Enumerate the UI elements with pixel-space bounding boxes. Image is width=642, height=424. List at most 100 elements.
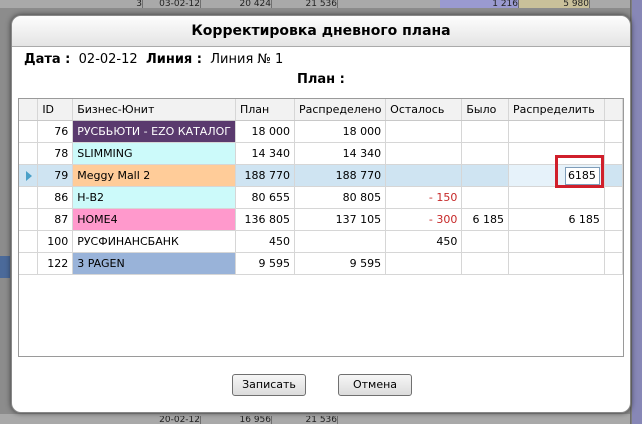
cell-business-unit[interactable]: Meggy Mall 2 bbox=[72, 164, 236, 187]
cell-was[interactable] bbox=[461, 142, 509, 165]
cell-left[interactable] bbox=[385, 120, 463, 143]
row-indicator bbox=[19, 230, 39, 253]
cell-was[interactable] bbox=[461, 186, 509, 209]
cell-was[interactable] bbox=[461, 120, 509, 143]
plan-grid: ID Бизнес-Юнит План Распределено Осталос… bbox=[18, 98, 624, 357]
background-side-tab bbox=[0, 256, 10, 278]
cell-was[interactable] bbox=[461, 230, 509, 253]
save-button[interactable]: Записать bbox=[232, 374, 306, 396]
cell-id[interactable]: 79 bbox=[37, 164, 74, 187]
bg-cell: 21 536 bbox=[272, 416, 338, 424]
cell-left[interactable] bbox=[385, 142, 463, 165]
cell-left[interactable]: 450 bbox=[385, 230, 463, 253]
cell-distribute[interactable] bbox=[508, 252, 605, 275]
date-label: Дата : bbox=[24, 52, 71, 67]
table-row[interactable]: 79 Meggy Mall 2 188 770 188 770 6185 bbox=[19, 164, 624, 187]
dialog-title: Корректировка дневного плана bbox=[12, 16, 630, 47]
cell-was[interactable] bbox=[461, 252, 509, 275]
cell-business-unit[interactable]: РУСФИНАНСБАНК bbox=[72, 230, 236, 253]
cell-filler bbox=[604, 120, 624, 143]
cell-id[interactable]: 78 bbox=[37, 142, 74, 165]
cancel-button[interactable]: Отмена bbox=[338, 374, 412, 396]
cell-id[interactable]: 86 bbox=[37, 186, 74, 209]
plan-label: План : bbox=[297, 72, 345, 87]
cell-distribute[interactable] bbox=[508, 230, 605, 253]
bg-cell: 5 980 bbox=[519, 0, 590, 8]
table-row[interactable]: 86 Н-В2 80 655 80 805- 150 bbox=[19, 186, 624, 209]
cell-plan[interactable]: 18 000 bbox=[235, 120, 295, 143]
bg-cell: 03-02-12 bbox=[143, 0, 201, 8]
adjust-plan-dialog: Корректировка дневного плана Дата : 02-0… bbox=[11, 15, 631, 413]
table-header-row: ID Бизнес-Юнит План Распределено Осталос… bbox=[19, 99, 624, 121]
cell-distributed[interactable]: 188 770 bbox=[294, 164, 387, 187]
table-row[interactable]: 78 SLIMMING 14 340 14 340 bbox=[19, 142, 624, 165]
column-header-left[interactable]: Осталось bbox=[385, 99, 463, 121]
cell-was[interactable] bbox=[461, 164, 509, 187]
background-top-row: 3 03-02-12 20 424 21 536 1 216 5 980 bbox=[0, 0, 642, 8]
cell-id[interactable]: 76 bbox=[37, 120, 74, 143]
cell-id[interactable]: 87 bbox=[37, 208, 74, 231]
cell-distributed[interactable]: 80 805 bbox=[294, 186, 387, 209]
column-header-unit[interactable]: Бизнес-Юнит bbox=[72, 99, 236, 121]
cell-filler bbox=[604, 230, 624, 253]
cell-distribute[interactable] bbox=[508, 186, 605, 209]
cell-filler bbox=[604, 252, 624, 275]
row-indicator bbox=[19, 252, 39, 275]
column-header-was[interactable]: Было bbox=[461, 99, 509, 121]
bg-cell: 16 956 bbox=[201, 416, 272, 424]
column-header-id[interactable]: ID bbox=[37, 99, 74, 121]
table-row[interactable]: 122 3 PAGEN 9 595 9 595 bbox=[19, 252, 624, 275]
bg-cell: 3 bbox=[70, 0, 143, 8]
cell-was[interactable]: 6 185 bbox=[461, 208, 509, 231]
cell-left[interactable]: - 300 bbox=[385, 208, 463, 231]
table-row[interactable]: 87 HOME4 136 805 137 105- 300 6 185 6 185 bbox=[19, 208, 624, 231]
table-row[interactable]: 76 РУСБЬЮТИ - EZO КАТАЛОГ 18 000 18 000 bbox=[19, 120, 624, 143]
cell-distributed[interactable]: 137 105 bbox=[294, 208, 387, 231]
cell-left[interactable] bbox=[385, 164, 463, 187]
row-indicator bbox=[19, 186, 39, 209]
table-row[interactable]: 100 РУСФИНАНСБАНК 450 450 bbox=[19, 230, 624, 253]
line-value: Линия № 1 bbox=[210, 52, 284, 67]
bg-cell: 1 216 bbox=[440, 0, 519, 8]
cell-plan[interactable]: 188 770 bbox=[235, 164, 295, 187]
highlight-frame bbox=[555, 155, 604, 188]
cell-distributed[interactable]: 9 595 bbox=[294, 252, 387, 275]
cell-distributed[interactable]: 14 340 bbox=[294, 142, 387, 165]
bg-cell: 20 424 bbox=[201, 0, 272, 8]
bg-cell: 20-02-12 bbox=[143, 416, 201, 424]
cell-filler bbox=[604, 208, 624, 231]
column-header-distributed[interactable]: Распределено bbox=[294, 99, 387, 121]
bg-cell: 21 536 bbox=[272, 0, 338, 8]
cell-business-unit[interactable]: Н-В2 bbox=[72, 186, 236, 209]
cell-business-unit[interactable]: HOME4 bbox=[72, 208, 236, 231]
background-right-strip bbox=[632, 0, 642, 424]
cell-business-unit[interactable]: РУСБЬЮТИ - EZO КАТАЛОГ bbox=[72, 120, 236, 143]
cell-left[interactable] bbox=[385, 252, 463, 275]
cell-distributed[interactable] bbox=[294, 230, 387, 253]
row-indicator bbox=[19, 120, 39, 143]
line-label: Линия : bbox=[145, 52, 203, 67]
column-header-distribute[interactable]: Распределить bbox=[508, 99, 605, 121]
cell-id[interactable]: 122 bbox=[37, 252, 74, 275]
date-value: 02-02-12 bbox=[78, 52, 138, 67]
cell-id[interactable]: 100 bbox=[37, 230, 74, 253]
dialog-info-line: Дата : 02-02-12 Линия : Линия № 1 bbox=[24, 52, 283, 67]
current-row-arrow-icon bbox=[26, 170, 32, 181]
plan-table: ID Бизнес-Юнит План Распределено Осталос… bbox=[19, 99, 624, 275]
column-header-plan[interactable]: План bbox=[235, 99, 295, 121]
cell-distribute[interactable] bbox=[508, 120, 605, 143]
cell-distributed[interactable]: 18 000 bbox=[294, 120, 387, 143]
cell-distribute[interactable]: 6 185 bbox=[508, 208, 605, 231]
cell-left[interactable]: - 150 bbox=[385, 186, 463, 209]
cell-filler bbox=[604, 164, 624, 187]
cell-plan[interactable]: 14 340 bbox=[235, 142, 295, 165]
cell-business-unit[interactable]: SLIMMING bbox=[72, 142, 236, 165]
row-indicator-header bbox=[19, 99, 39, 121]
cell-plan[interactable]: 136 805 bbox=[235, 208, 295, 231]
cell-business-unit[interactable]: 3 PAGEN bbox=[72, 252, 236, 275]
cell-filler bbox=[604, 186, 624, 209]
cell-plan[interactable]: 9 595 bbox=[235, 252, 295, 275]
cell-plan[interactable]: 450 bbox=[235, 230, 295, 253]
cell-plan[interactable]: 80 655 bbox=[235, 186, 295, 209]
row-indicator bbox=[19, 208, 39, 231]
